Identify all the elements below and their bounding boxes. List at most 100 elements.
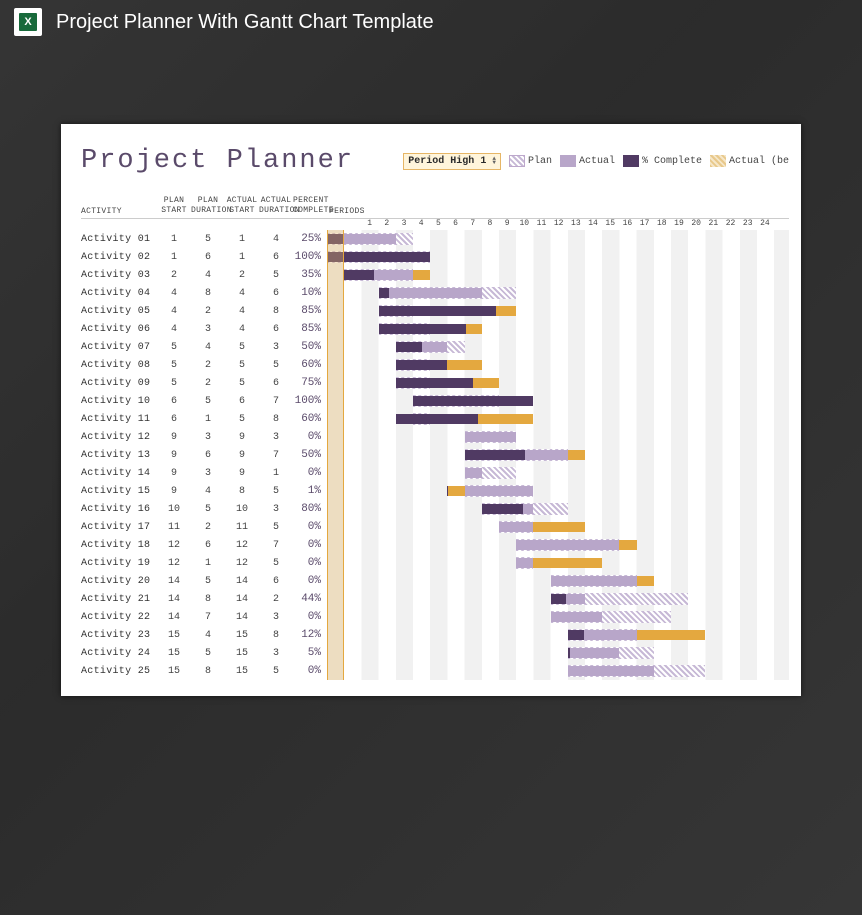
- cell-actual-duration: 7: [259, 450, 293, 461]
- complete-bar: [413, 396, 533, 406]
- cell-actual-start: 14: [225, 594, 259, 605]
- cell-plan-start: 9: [157, 468, 191, 479]
- cell-percent: 60%: [293, 359, 327, 371]
- highlighted-period: [327, 572, 344, 590]
- column-headers: ACTIVITY PLAN START PLAN DURATION ACTUAL…: [81, 196, 789, 216]
- table-row: Activity 181261270%: [81, 536, 789, 554]
- cell-percent: 0%: [293, 665, 327, 677]
- highlighted-period: [327, 500, 344, 518]
- actualbe-swatch-icon: [710, 155, 726, 167]
- highlighted-period: [327, 392, 344, 410]
- activity-name: Activity 15: [81, 486, 157, 497]
- actual-bar: [568, 648, 620, 658]
- actual-bar: [551, 612, 603, 622]
- legend-group: Period High 1 ▲▼ Plan Actual % Complete: [403, 153, 789, 170]
- cell-actual-duration: 1: [259, 468, 293, 479]
- actual-beyond-bar: [619, 540, 636, 550]
- legend-actual-label: Actual: [579, 156, 615, 167]
- gantt-cell: [327, 374, 789, 392]
- cell-actual-duration: 5: [259, 486, 293, 497]
- period-number: 8: [481, 219, 498, 228]
- period-selector[interactable]: Period High 1 ▲▼: [403, 153, 501, 170]
- complete-bar: [447, 486, 448, 496]
- cell-plan-start: 4: [157, 288, 191, 299]
- cell-plan-start: 12: [157, 558, 191, 569]
- cell-actual-start: 9: [225, 450, 259, 461]
- spinner-icon[interactable]: ▲▼: [492, 157, 496, 165]
- highlighted-period: [327, 590, 344, 608]
- cell-plan-duration: 4: [191, 630, 225, 641]
- actual-bar: [516, 558, 533, 568]
- table-row: Activity 03242535%: [81, 266, 789, 284]
- cell-percent: 0%: [293, 611, 327, 623]
- cell-actual-duration: 8: [259, 414, 293, 425]
- cell-actual-start: 1: [225, 252, 259, 263]
- cell-plan-start: 9: [157, 486, 191, 497]
- legend-complete: % Complete: [623, 155, 702, 167]
- cell-actual-duration: 3: [259, 342, 293, 353]
- table-row: Activity 08525560%: [81, 356, 789, 374]
- col-actual-start-header: ACTUAL START: [225, 196, 259, 216]
- cell-percent: 100%: [293, 251, 327, 263]
- cell-plan-start: 15: [157, 666, 191, 677]
- gantt-cell: [327, 338, 789, 356]
- cell-actual-start: 11: [225, 522, 259, 533]
- highlighted-period: [327, 374, 344, 392]
- cell-plan-start: 6: [157, 396, 191, 407]
- cell-actual-duration: 3: [259, 504, 293, 515]
- cell-percent: 0%: [293, 575, 327, 587]
- cell-percent: 0%: [293, 539, 327, 551]
- page-title: Project Planner With Gantt Chart Templat…: [56, 11, 434, 34]
- actual-beyond-bar: [568, 450, 585, 460]
- cell-actual-start: 2: [225, 270, 259, 281]
- complete-bar: [482, 504, 523, 514]
- cell-actual-duration: 5: [259, 270, 293, 281]
- table-row: Activity 13969750%: [81, 446, 789, 464]
- actual-beyond-bar: [637, 576, 654, 586]
- actual-bar: [568, 666, 654, 676]
- period-numbers-row: 123456789101112131415161718192021222324: [81, 218, 789, 228]
- cell-actual-duration: 8: [259, 306, 293, 317]
- cell-plan-duration: 8: [191, 666, 225, 677]
- cell-percent: 0%: [293, 431, 327, 443]
- activity-name: Activity 23: [81, 630, 157, 641]
- sheet-header-row: Project Planner Period High 1 ▲▼ Plan Ac…: [81, 146, 789, 176]
- period-number: 6: [447, 219, 464, 228]
- cell-actual-duration: 6: [259, 252, 293, 263]
- activity-name: Activity 25: [81, 666, 157, 677]
- cell-actual-duration: 2: [259, 594, 293, 605]
- highlighted-period: [327, 302, 344, 320]
- gantt-cell: [327, 590, 789, 608]
- gantt-cell: [327, 608, 789, 626]
- gantt-cell: [327, 626, 789, 644]
- table-row: Activity 07545350%: [81, 338, 789, 356]
- cell-plan-start: 9: [157, 432, 191, 443]
- complete-bar: [465, 450, 525, 460]
- legend-actual: Actual: [560, 155, 615, 167]
- highlighted-period: [327, 644, 344, 662]
- gantt-cell: [327, 446, 789, 464]
- cell-actual-start: 5: [225, 342, 259, 353]
- gantt-cell: [327, 500, 789, 518]
- period-number: 17: [636, 219, 653, 228]
- app-topbar: X Project Planner With Gantt Chart Templ…: [0, 0, 862, 54]
- cell-actual-start: 4: [225, 324, 259, 335]
- highlighted-period: [327, 266, 344, 284]
- cell-actual-duration: 7: [259, 540, 293, 551]
- actual-beyond-bar: [533, 522, 585, 532]
- activity-name: Activity 09: [81, 378, 157, 389]
- complete-bar: [379, 324, 467, 334]
- gantt-cell: [327, 392, 789, 410]
- cell-actual-start: 12: [225, 558, 259, 569]
- activity-name: Activity 05: [81, 306, 157, 317]
- period-number: 10: [516, 219, 533, 228]
- gantt-cell: [327, 410, 789, 428]
- cell-plan-duration: 8: [191, 288, 225, 299]
- period-number: 3: [395, 219, 412, 228]
- cell-percent: 60%: [293, 413, 327, 425]
- sheet-title: Project Planner: [81, 146, 354, 176]
- cell-actual-start: 5: [225, 414, 259, 425]
- table-row: Activity 201451460%: [81, 572, 789, 590]
- highlighted-period: [327, 356, 344, 374]
- table-row: Activity 01151425%: [81, 230, 789, 248]
